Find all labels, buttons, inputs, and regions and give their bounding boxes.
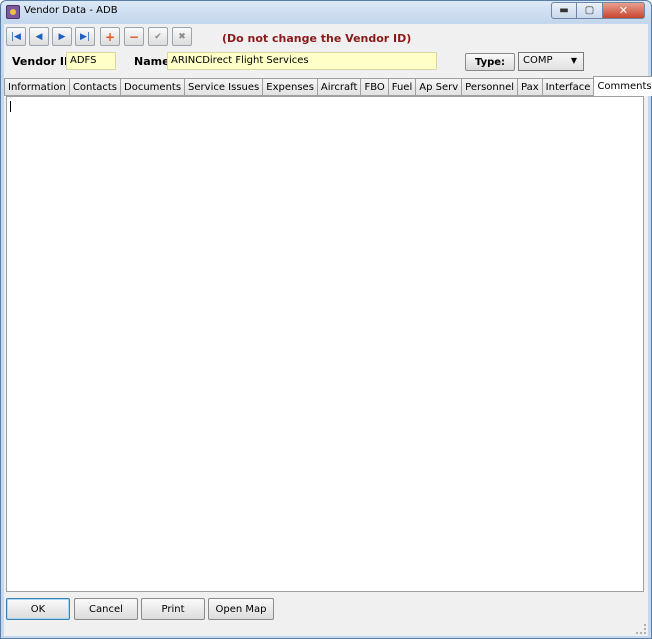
close-button[interactable]: ✕: [603, 2, 645, 19]
tab-contacts[interactable]: Contacts: [68, 78, 121, 96]
tab-personnel[interactable]: Personnel: [461, 78, 518, 96]
save-record-button[interactable]: ✔: [148, 27, 168, 46]
tab-ap-serv[interactable]: Ap Serv: [415, 78, 462, 96]
delete-record-button[interactable]: −: [124, 27, 144, 46]
open-map-button[interactable]: Open Map: [208, 598, 274, 620]
vendor-name-field[interactable]: ARINCDirect Flight Services: [167, 52, 437, 70]
tab-comments[interactable]: Comments: [593, 76, 652, 96]
first-record-button[interactable]: |◀: [6, 27, 26, 46]
maximize-button[interactable]: ▢: [577, 2, 603, 19]
window-title: Vendor Data - ADB: [24, 5, 118, 16]
window-controls: ▬ ▢ ✕: [551, 2, 645, 19]
tab-documents[interactable]: Documents: [120, 78, 185, 96]
tab-fbo[interactable]: FBO: [360, 78, 388, 96]
type-select[interactable]: COMP ▼: [518, 52, 584, 71]
vendor-data-window: Vendor Data - ADB ▬ ▢ ✕ |◀ ◀ ▶ ▶| + − ✔ …: [0, 0, 652, 639]
text-cursor: [10, 101, 11, 112]
chevron-down-icon: ▼: [570, 56, 577, 65]
tab-service-issues[interactable]: Service Issues: [184, 78, 263, 96]
minimize-button[interactable]: ▬: [551, 2, 577, 19]
tab-pax[interactable]: Pax: [517, 78, 542, 96]
tab-interface[interactable]: Interface: [541, 78, 594, 96]
status-bar: [4, 621, 648, 636]
title-bar[interactable]: Vendor Data - ADB ▬ ▢ ✕: [1, 1, 651, 23]
cancel-edit-button[interactable]: ✖: [172, 27, 192, 46]
tab-expenses[interactable]: Expenses: [262, 78, 317, 96]
last-record-button[interactable]: ▶|: [75, 27, 95, 46]
vendor-id-warning: (Do not change the Vendor ID): [222, 32, 412, 45]
tab-aircraft[interactable]: Aircraft: [316, 78, 361, 96]
comments-textarea[interactable]: [6, 96, 644, 592]
tab-information[interactable]: Information: [4, 78, 69, 96]
resize-grip-icon[interactable]: [636, 624, 646, 634]
client-area: |◀ ◀ ▶ ▶| + − ✔ ✖ (Do not change the Ven…: [4, 24, 652, 636]
next-record-button[interactable]: ▶: [52, 27, 72, 46]
tab-strip: Information Contacts Documents Service I…: [4, 76, 652, 96]
print-button[interactable]: Print: [141, 598, 205, 620]
bottom-button-bar: OK Cancel Print Open Map: [4, 596, 648, 624]
type-select-value: COMP: [523, 55, 553, 66]
vendor-id-field[interactable]: ADFS: [66, 52, 116, 70]
type-button[interactable]: Type:: [465, 53, 515, 71]
tab-fuel[interactable]: Fuel: [387, 78, 416, 96]
app-icon: [6, 5, 20, 19]
add-record-button[interactable]: +: [100, 27, 120, 46]
ok-button[interactable]: OK: [6, 598, 70, 620]
cancel-button[interactable]: Cancel: [74, 598, 138, 620]
prev-record-button[interactable]: ◀: [29, 27, 49, 46]
